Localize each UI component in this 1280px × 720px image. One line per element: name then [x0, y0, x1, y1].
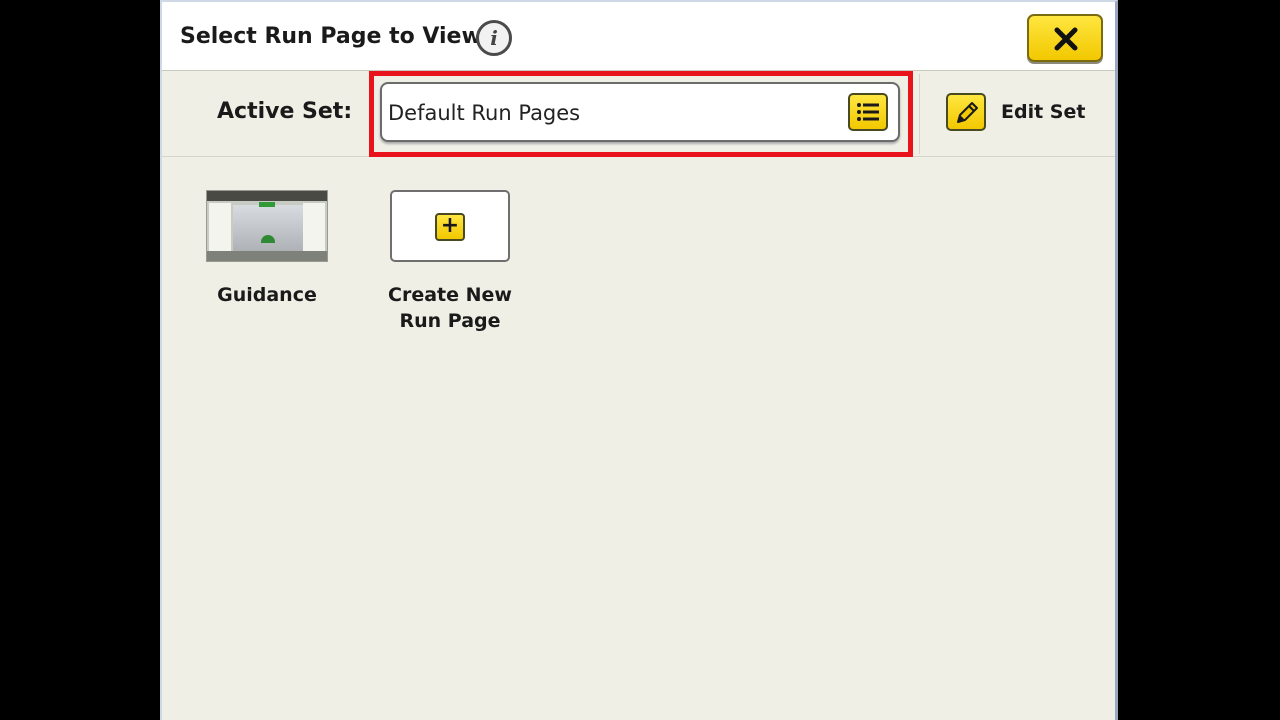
edit-set-label: Edit Set: [1001, 101, 1086, 123]
run-page-tile-guidance[interactable]: Guidance: [202, 190, 332, 308]
create-new-label-line1: Create New: [388, 284, 512, 306]
create-new-run-page-tile[interactable]: + Create New Run Page: [380, 190, 520, 334]
pencil-icon: [946, 93, 986, 131]
dialog-titlebar: Select Run Page to View i: [162, 2, 1115, 71]
dialog-title: Select Run Page to View: [180, 24, 482, 49]
create-new-label: Create New Run Page: [380, 282, 520, 334]
run-page-dialog: Select Run Page to View i Active Set: De…: [160, 0, 1118, 720]
run-page-label: Guidance: [217, 284, 317, 306]
create-new-label-line2: Run Page: [399, 310, 501, 332]
close-button[interactable]: [1027, 14, 1103, 62]
plus-icon: +: [435, 213, 465, 241]
active-set-label: Active Set:: [217, 99, 353, 124]
create-new-box[interactable]: +: [390, 190, 510, 262]
info-icon[interactable]: i: [476, 20, 512, 56]
edit-set-button[interactable]: Edit Set: [946, 92, 1085, 134]
close-x-icon: [1054, 27, 1078, 51]
vertical-divider: [919, 74, 920, 154]
highlight-box: [369, 71, 913, 157]
guidance-thumbnail-icon: [206, 190, 328, 262]
active-set-row: Active Set: Default Run Pages Edit Set: [162, 70, 1115, 157]
